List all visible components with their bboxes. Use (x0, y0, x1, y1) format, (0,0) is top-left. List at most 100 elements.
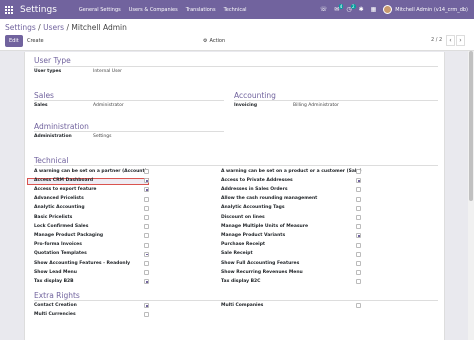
menu-general-settings[interactable]: General Settings (79, 7, 121, 13)
permission-checkbox[interactable] (144, 215, 149, 220)
section-extra-rights: Extra Rights (34, 291, 80, 300)
breadcrumb: Settings / Users / Mitchell Admin (5, 23, 127, 32)
checkbox-label: Tax display B2C (221, 278, 261, 284)
checkbox-label: Access CRM Dashboard (34, 177, 94, 183)
action-label: Action (209, 38, 226, 44)
administration-label: Administration (34, 134, 72, 139)
create-button[interactable]: Create (23, 35, 48, 47)
user-types-value[interactable]: Internal User (93, 69, 122, 74)
permission-checkbox[interactable] (356, 251, 361, 257)
permission-checkbox[interactable] (356, 205, 361, 211)
section-technical: Technical (34, 156, 69, 165)
breadcrumb-separator: / (66, 23, 70, 32)
section-accounting: Accounting (234, 91, 276, 100)
checkbox-label: Contact Creation (34, 302, 77, 308)
permission-checkbox[interactable] (356, 187, 361, 193)
permission-checkbox[interactable] (144, 233, 149, 239)
permission-checkbox[interactable] (144, 312, 149, 318)
avatar[interactable] (383, 5, 393, 14)
invoicing-value[interactable]: Billing Administrator (293, 103, 339, 108)
separator (34, 165, 438, 166)
activity-icon[interactable]: ◷ 2 (346, 4, 356, 13)
checkbox-label: Analytic Accounting (34, 205, 85, 211)
permission-checkbox[interactable] (144, 187, 149, 193)
sales-value[interactable]: Administrator (93, 103, 124, 108)
section-user-type: User Type (34, 56, 71, 65)
checkbox-label: A warning can be set on a partner (Accou… (34, 168, 147, 174)
checkbox-label: Addresses in Sales Orders (221, 186, 288, 192)
checkbox-label: Access to Private Addresses (221, 177, 293, 183)
permission-checkbox[interactable] (144, 196, 149, 202)
pager-value[interactable]: 2 / 2 (431, 37, 442, 43)
permission-checkbox[interactable] (356, 242, 361, 248)
permission-checkbox[interactable] (356, 215, 361, 220)
permission-checkbox[interactable] (144, 224, 149, 230)
checkbox-label: Show Lead Menu (34, 269, 77, 275)
permission-checkbox[interactable] (356, 279, 361, 285)
permission-checkbox[interactable] (144, 169, 149, 174)
permission-checkbox[interactable] (356, 270, 361, 276)
apps-menu-icon[interactable] (0, 0, 18, 19)
checkbox-label: A warning can be set on a product or a c… (221, 168, 362, 174)
pager-prev-icon[interactable]: ‹ (446, 35, 455, 46)
breadcrumb-settings[interactable]: Settings (5, 23, 36, 32)
menu-technical[interactable]: Technical (224, 7, 247, 13)
permission-checkbox[interactable] (144, 178, 149, 184)
phone-icon[interactable]: ☏ (320, 6, 328, 13)
permission-checkbox[interactable] (356, 196, 361, 202)
separator (34, 300, 438, 301)
user-types-label: User types (34, 69, 62, 74)
permission-checkbox[interactable] (144, 270, 149, 276)
permission-checkbox[interactable] (144, 251, 149, 257)
permission-checkbox[interactable] (356, 261, 361, 266)
permission-checkbox[interactable] (144, 242, 149, 248)
menu-users-companies[interactable]: Users & Companies (129, 7, 178, 13)
permission-checkbox[interactable] (144, 279, 149, 285)
permission-checkbox[interactable] (144, 261, 149, 266)
administration-value[interactable]: Settings (93, 134, 111, 139)
checkbox-label: Basic Pricelists (34, 214, 73, 220)
action-button[interactable]: ⚙ Action (199, 35, 229, 47)
checkbox-label: Multi Companies (221, 302, 264, 308)
permission-checkbox[interactable] (144, 303, 149, 308)
checkbox-label: Multi Currencies (34, 311, 76, 317)
scrollbar[interactable] (468, 51, 474, 340)
checkbox-label: Show Accounting Features - Readonly (34, 260, 131, 266)
permission-checkbox[interactable] (356, 169, 361, 174)
permission-checkbox[interactable] (356, 303, 361, 308)
chat-icon[interactable]: ✉ 4 (334, 4, 344, 13)
separator (234, 100, 438, 101)
debug-icon[interactable]: ✱ (359, 6, 364, 13)
separator (34, 66, 438, 67)
scrollbar-thumb[interactable] (469, 51, 473, 201)
menu-translations[interactable]: Translations (186, 7, 216, 13)
permission-checkbox[interactable] (144, 205, 149, 211)
edit-button[interactable]: Edit (5, 35, 23, 47)
checkbox-label: Manage Product Packaging (34, 232, 104, 238)
checkbox-label: Access to export feature (34, 186, 97, 192)
app-brand[interactable]: Settings (20, 5, 57, 15)
checkbox-label: Show Recurring Revenues Menu (221, 269, 303, 275)
permission-checkbox[interactable] (356, 178, 361, 184)
breadcrumb-users[interactable]: Users (43, 23, 64, 32)
invoicing-label: Invoicing (234, 103, 258, 108)
section-administration: Administration (34, 122, 89, 131)
control-panel: Settings / Users / Mitchell Admin (0, 19, 474, 51)
gear-icon: ⚙ (203, 38, 208, 44)
checkbox-label: Show Full Accounting Features (221, 260, 300, 266)
switch-company-icon[interactable]: ▦ (371, 6, 377, 13)
permission-checkbox[interactable] (356, 233, 361, 239)
chat-badge: 4 (338, 4, 344, 9)
separator (34, 100, 224, 101)
checkbox-label: Pro-forma Invoices (34, 242, 82, 248)
checkbox-label: Allow the cash rounding management (221, 196, 318, 202)
activity-badge: 2 (351, 4, 356, 9)
checkbox-label: Manage Multiple Units of Measure (221, 223, 309, 229)
checkbox-label: Purchase Receipt (221, 242, 266, 248)
section-sales: Sales (34, 91, 54, 100)
permission-checkbox[interactable] (356, 224, 361, 230)
user-menu[interactable]: Mitchell Admin (v14_crm_db) (395, 7, 468, 13)
separator (34, 131, 224, 132)
checkbox-label: Sale Receipt (221, 251, 253, 257)
pager-next-icon[interactable]: › (456, 35, 465, 46)
